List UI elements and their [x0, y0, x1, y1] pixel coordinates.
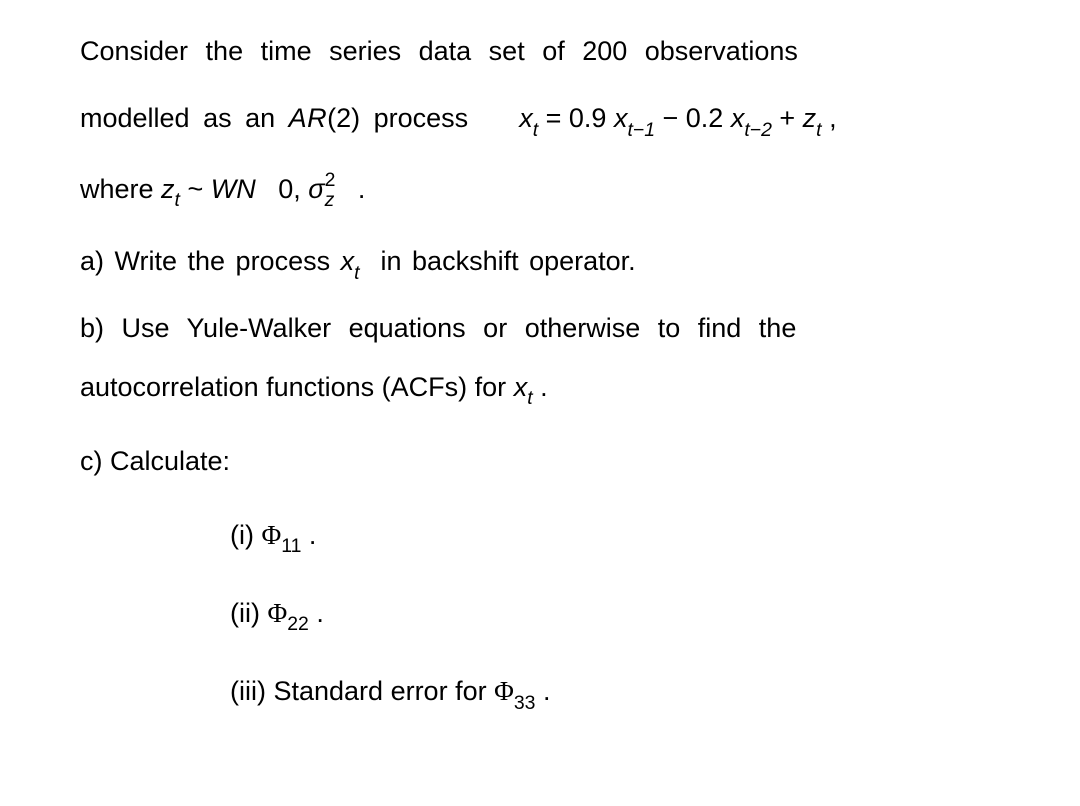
intro-line-2: modelled as an AR(2) process xt = 0.9 xt…: [80, 97, 1000, 143]
part-a: a) Write the process xt in backshift ope…: [80, 240, 1000, 286]
intro-line-1: Consider the time series data set of 200…: [80, 30, 1000, 73]
part-c: c) Calculate:: [80, 440, 1000, 483]
sub-item-iii: (iii) Standard error for Φ33 .: [230, 670, 1000, 716]
ar-order: (2): [327, 103, 360, 133]
part-b-line2: autocorrelation functions (ACFs) for xt …: [80, 366, 1000, 412]
part-b-line1: b) Use Yule-Walker equations or otherwis…: [80, 307, 1000, 350]
text-modelled: modelled as an: [80, 103, 289, 133]
sub-item-i: (i) Φ11 .: [230, 514, 1000, 560]
text-process: process: [360, 103, 468, 133]
intro-line-3: where zt ~ WN 0, σ2z .: [80, 168, 1000, 214]
ar-label: AR: [289, 103, 328, 133]
sub-item-ii: (ii) Φ22 .: [230, 592, 1000, 638]
ar2-equation: xt = 0.9 xt−1 − 0.2 xt−2 + zt ,: [519, 103, 836, 133]
